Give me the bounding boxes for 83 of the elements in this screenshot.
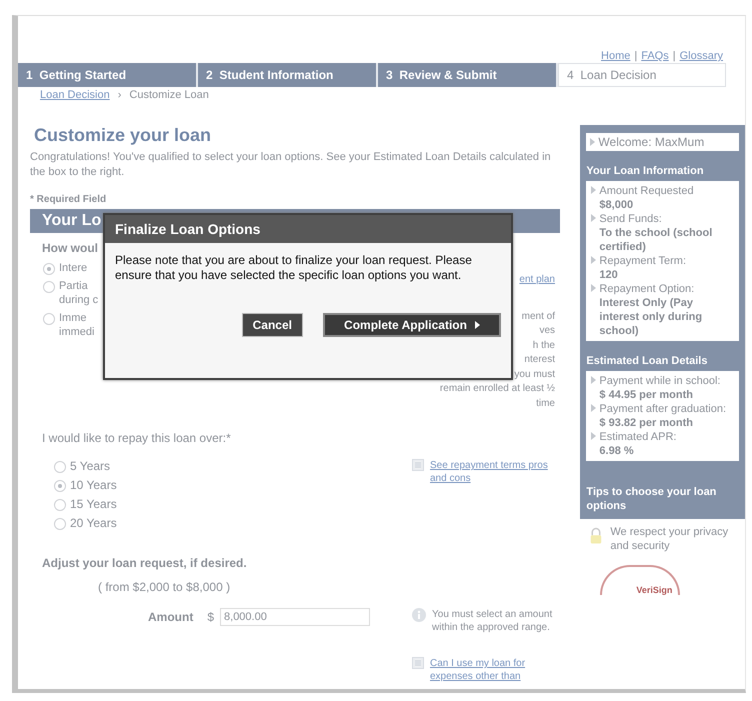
radio-button[interactable] (43, 313, 55, 325)
dialog-message: Please note that you are about to finalize your loan request. Please ensure that you have selected the specific loan options you want. (115, 253, 473, 283)
privacy-text: We respect your privacy and security (610, 525, 730, 553)
breadcrumb-separator: › (118, 89, 122, 101)
info-icon (412, 608, 426, 622)
arrow-icon (591, 376, 596, 384)
option-label: Partia during c (59, 279, 98, 307)
header-link[interactable]: Glossary (680, 50, 723, 62)
sidebar-heading: Estimated Loan Details (586, 355, 708, 367)
separator: | (672, 50, 676, 62)
step-tab[interactable]: 2 Student Information (198, 63, 378, 87)
detail-label: Repayment Term: (599, 254, 686, 268)
note-text: nterest (524, 353, 555, 367)
radio-button[interactable] (43, 281, 55, 293)
detail-value: $ 44.95 per month (598, 388, 694, 402)
adjust-heading: Adjust your loan request, if desired. (42, 556, 248, 570)
dialog-title: Finalize Loan Options (105, 215, 511, 243)
radio-button[interactable] (54, 499, 66, 511)
arrow-icon (591, 256, 596, 264)
arrow-icon (591, 214, 596, 222)
detail-value: 6.98 % (598, 444, 635, 458)
note-text: You must select an amount within the approved range. (432, 608, 554, 634)
required-note: * Required Field (30, 194, 108, 205)
document-icon (412, 459, 424, 471)
amount-field[interactable]: 8,000.00 (220, 608, 370, 626)
intro-text: Congratulations! You've qualified to select your loan options. See your Estimated Loan Details calculated in the box to the right. (30, 150, 552, 180)
step-tab[interactable]: 1 Getting Started (18, 63, 198, 87)
security-seal: VeriSign (600, 565, 680, 595)
note-text: remain enrolled at least ½ (440, 382, 555, 396)
help-link[interactable]: Can I use my loan for expenses other than (430, 657, 562, 683)
option-label: 15 Years (70, 497, 117, 511)
detail-label: Payment while in school: (599, 374, 720, 388)
sidebar-heading: Your Loan Information (586, 165, 705, 177)
question-label: How woul (42, 241, 99, 255)
note-text: time (536, 396, 555, 410)
detail-label: Send Funds: (599, 212, 662, 226)
detail-label: Amount Requested (599, 184, 694, 198)
question-label: I would like to repay this loan over:* (42, 431, 232, 445)
radio-button[interactable] (54, 518, 66, 530)
note-text: you must (514, 368, 555, 382)
arrow-icon (591, 284, 596, 292)
detail-value: $8,000 (598, 198, 634, 212)
welcome-text: Welcome: MaxMum (598, 135, 704, 149)
radio-button[interactable] (54, 461, 66, 473)
detail-value: 120 (598, 268, 619, 282)
arrow-icon (474, 321, 480, 329)
note-text: ves (539, 324, 555, 338)
detail-value: To the school (school certified) (598, 226, 714, 254)
breadcrumb-link[interactable]: Loan Decision (40, 89, 110, 101)
page-title: Customize your loan (34, 125, 212, 146)
option-label: 5 Years (70, 459, 110, 473)
amount-label: Amount (148, 610, 194, 624)
option-label: Imme immedi (59, 311, 94, 339)
note-text: ment of (522, 310, 555, 324)
detail-label: Estimated APR: (599, 430, 676, 444)
arrow-icon (591, 186, 596, 194)
plan-link[interactable]: ent plan (519, 273, 555, 288)
breadcrumb-current: Customize Loan (129, 89, 209, 101)
arrow-icon (591, 432, 596, 440)
arrow-icon (590, 138, 596, 146)
currency-symbol: $ (207, 610, 214, 624)
detail-value: Interest Only (Pay interest only during school) (598, 296, 704, 338)
arrow-icon (591, 404, 596, 412)
option-label: Intere (59, 261, 88, 275)
option-label: 10 Years (70, 478, 117, 492)
cancel-button[interactable]: Cancel (242, 313, 303, 337)
radio-button[interactable] (54, 480, 66, 492)
detail-label: Payment after graduation: (599, 402, 726, 416)
terms-link[interactable]: See repayment terms pros and cons (430, 459, 562, 485)
step-tab[interactable]: 3 Review & Submit (378, 63, 558, 87)
option-label: 20 Years (70, 516, 117, 530)
radio-button[interactable] (43, 263, 55, 275)
header-link[interactable]: FAQs (641, 50, 669, 62)
separator: | (634, 50, 638, 62)
range-text: ( from $2,000 to $8,000 ) (98, 580, 232, 594)
detail-value: $ 93.82 per month (598, 416, 694, 430)
tips-heading: Tips to choose your loan options (586, 485, 718, 513)
header-link[interactable]: Home (601, 50, 630, 62)
detail-label: Repayment Option: (599, 282, 694, 296)
note-text: h the (532, 338, 555, 352)
document-icon (412, 657, 424, 669)
step-tab[interactable]: 4 Loan Decision (558, 63, 726, 87)
complete-button[interactable]: Complete Application (323, 313, 501, 337)
